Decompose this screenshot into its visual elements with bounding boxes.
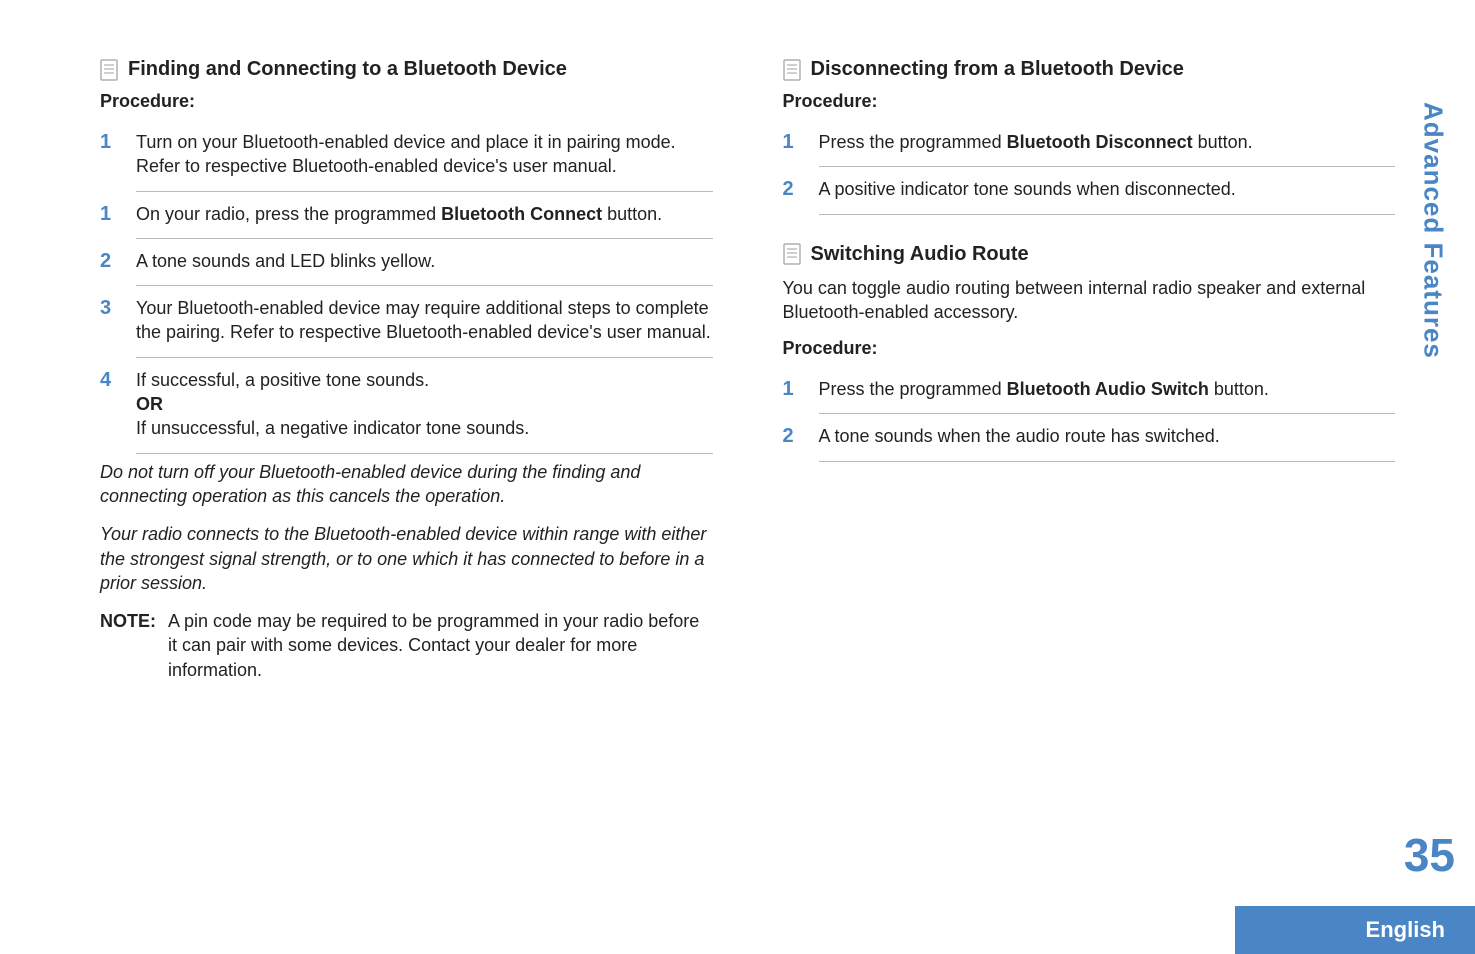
left-column: Finding and Connecting to a Bluetooth De… [100,40,713,954]
step-number: 3 [100,296,122,345]
step-text: A tone sounds when the audio route has s… [819,424,1396,448]
document-icon [783,243,801,265]
step-text: Press the programmed Bluetooth Disconnec… [819,130,1396,154]
divider [819,413,1396,414]
side-tab-label: Advanced Features [1418,102,1449,359]
list-item: 4If successful, a positive tone sounds.O… [100,360,713,451]
bold-text: OR [136,394,163,414]
divider [819,166,1396,167]
step-number: 2 [100,249,122,273]
step-text: A tone sounds and LED blinks yellow. [136,249,713,273]
divider [136,357,713,358]
section-heading-audio-route: Switching Audio Route [783,243,1396,266]
procedure-label: Procedure: [783,338,1396,359]
note-block: NOTE: A pin code may be required to be p… [100,609,713,682]
note-body: A pin code may be required to be program… [168,609,713,682]
intro-paragraph: You can toggle audio routing between int… [783,276,1396,325]
divider [136,453,713,454]
procedure-label: Procedure: [783,91,1396,112]
list-item: 2 A tone sounds and LED blinks yellow. [100,241,713,283]
divider [819,214,1396,215]
step-number: 1 [783,130,805,154]
divider [136,191,713,192]
document-icon [100,59,118,81]
step-text: If successful, a positive tone sounds.OR… [136,368,713,441]
page-number: 35 [1404,828,1455,882]
document-icon [783,59,801,81]
bold-text: Bluetooth Disconnect [1007,132,1193,152]
list-item: 1 On your radio, press the programmed Blu… [100,194,713,236]
step-list: 1 On your radio, press the programmed Blu… [100,194,713,454]
note-label: NOTE: [100,609,156,682]
step-number: 2 [783,424,805,448]
step-number: 1 [100,130,122,179]
bold-text: Bluetooth Audio Switch [1007,379,1209,399]
side-tab: Advanced Features [1413,60,1453,400]
divider [136,285,713,286]
step-text: Press the programmed Bluetooth Audio Swi… [819,377,1396,401]
step-list: 1 Press the programmed Bluetooth Audio Sw… [783,369,1396,462]
heading-text: Switching Audio Route [811,243,1029,266]
step-number: 1 [783,377,805,401]
list-item: 1 Press the programmed Bluetooth Disconne… [783,122,1396,164]
footer-language: English [1366,917,1445,943]
step-text: On your radio, press the programmed Blue… [136,202,713,226]
list-item: 3 Your Bluetooth-enabled device may requi… [100,288,713,355]
list-item: 1 Press the programmed Bluetooth Audio Sw… [783,369,1396,411]
step-number: 1 [100,202,122,226]
page: Finding and Connecting to a Bluetooth De… [0,0,1475,954]
divider [136,238,713,239]
pre-step-list: 1 Turn on your Bluetooth-enabled device … [100,122,713,189]
step-text: Your Bluetooth-enabled device may requir… [136,296,713,345]
list-item: 1 Turn on your Bluetooth-enabled device … [100,122,713,189]
step-number: 2 [783,177,805,201]
heading-text: Disconnecting from a Bluetooth Device [811,58,1184,81]
heading-text: Finding and Connecting to a Bluetooth De… [128,58,567,81]
bold-text: Bluetooth Connect [441,204,602,224]
divider [819,461,1396,462]
procedure-label: Procedure: [100,91,713,112]
list-item: 2 A positive indicator tone sounds when d… [783,169,1396,211]
step-text: Turn on your Bluetooth-enabled device an… [136,130,713,179]
footer-language-bar: English [1235,906,1475,954]
note-paragraph: Your radio connects to the Bluetooth-ena… [100,522,713,595]
step-text: A positive indicator tone sounds when di… [819,177,1396,201]
list-item: 2 A tone sounds when the audio route has … [783,416,1396,458]
section-heading-disconnect: Disconnecting from a Bluetooth Device [783,58,1396,81]
right-column: Disconnecting from a Bluetooth Device Pr… [783,40,1396,954]
section-heading-finding: Finding and Connecting to a Bluetooth De… [100,58,713,81]
note-paragraph: Do not turn off your Bluetooth-enabled d… [100,460,713,509]
step-list: 1 Press the programmed Bluetooth Disconne… [783,122,1396,215]
step-number: 4 [100,368,122,441]
